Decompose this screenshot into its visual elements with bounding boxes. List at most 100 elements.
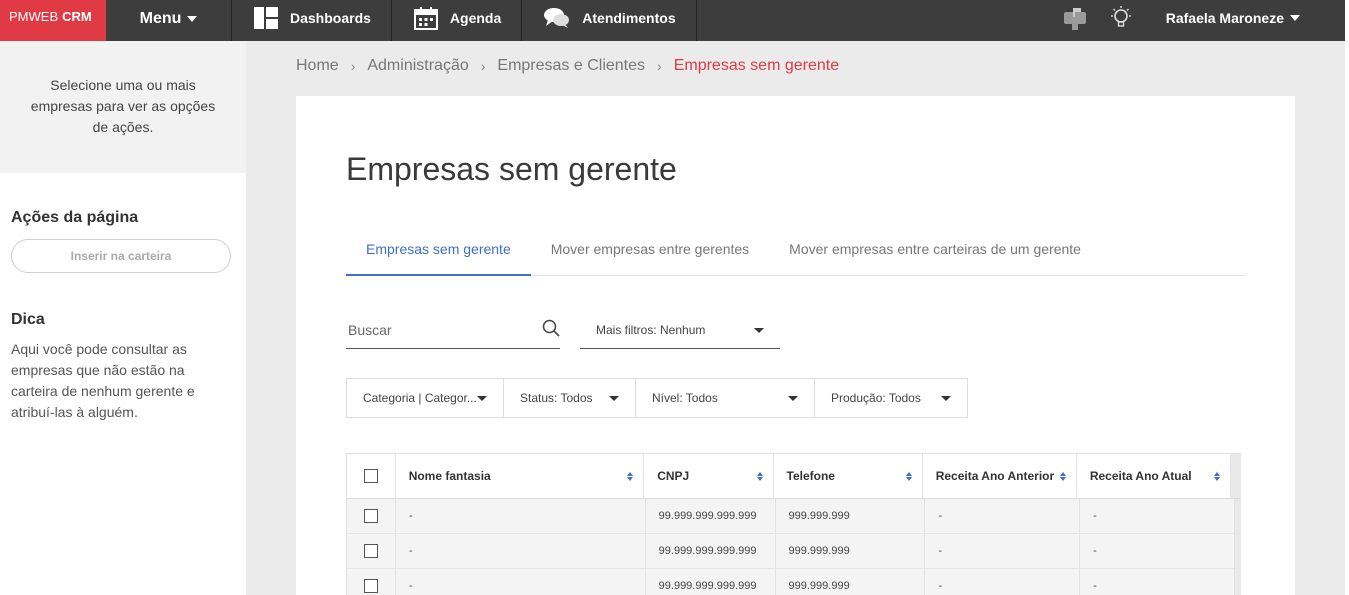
more-filters-label: Mais filtros: Nenhum [596, 323, 706, 337]
filter-categoria[interactable]: Categoria | Categor... [347, 379, 504, 417]
breadcrumb: Home › Administração › Empresas e Client… [296, 57, 839, 75]
tabs: Empresas sem gerente Mover empresas entr… [346, 231, 1245, 276]
brand-suffix: CRM [62, 9, 92, 24]
column-header-nome-fantasia[interactable]: Nome fantasia [396, 454, 645, 498]
nav-dashboards[interactable]: Dashboards [232, 0, 392, 41]
nav-agenda-label: Agenda [449, 9, 502, 26]
search-placeholder: Buscar [348, 322, 392, 338]
cell-nome-fantasia: - [396, 569, 646, 595]
select-all-checkbox[interactable] [363, 469, 378, 483]
tab-mover-entre-gerentes[interactable]: Mover empresas entre gerentes [531, 231, 769, 276]
chevron-down-icon [788, 395, 798, 401]
page-title: Empresas sem gerente [346, 151, 677, 187]
companies-table: Nome fantasia CNPJ Telefone Receita Ano … [346, 453, 1241, 595]
sort-icon[interactable] [756, 471, 763, 481]
brand-logo[interactable]: PMWEB CRM [0, 0, 106, 41]
filter-producao-label: Produção: Todos [831, 391, 921, 405]
breadcrumb-current: Empresas sem gerente [673, 57, 840, 74]
chevron-down-icon [477, 395, 487, 401]
cell-telefone: 999.999.999 [776, 499, 926, 533]
filter-status-label: Status: Todos [520, 391, 593, 405]
top-bar: PMWEB CRM Menu Dashboards Agenda Atendim… [0, 0, 1349, 41]
chevron-down-icon [941, 395, 951, 401]
nav-dashboards-label: Dashboards [290, 9, 371, 26]
cell-receita-ano-anterior: - [925, 499, 1081, 533]
tip-text: Aqui você pode consultar as empresas que… [11, 341, 195, 420]
table-row[interactable]: - 99.999.999.999.999 999.999.999 - - [347, 534, 1241, 569]
insert-wallet-button[interactable]: Inserir na carteira [11, 239, 231, 273]
cell-telefone: 999.999.999 [776, 534, 926, 568]
table-scroll-edge [1230, 454, 1241, 498]
chevron-down-icon [187, 15, 198, 22]
sidebar: Selecione uma ou mais empresas para ver … [0, 41, 246, 595]
filter-status[interactable]: Status: Todos [504, 379, 636, 417]
sort-icon[interactable] [1059, 471, 1066, 481]
actions-title: Ações da página [11, 209, 139, 226]
lightbulb-icon[interactable] [1108, 5, 1134, 30]
filter-categoria-label: Categoria | Categor... [363, 391, 477, 405]
table-scroll-edge [1235, 499, 1241, 533]
breadcrumb-empresas-clientes[interactable]: Empresas e Clientes [497, 57, 645, 75]
chevron-down-icon [754, 327, 764, 333]
table-row[interactable]: - 99.999.999.999.999 999.999.999 - - [347, 499, 1241, 534]
breadcrumb-separator-icon: › [657, 58, 662, 74]
selection-hint: Selecione uma ou mais empresas para ver … [0, 41, 246, 173]
chevron-down-icon [609, 395, 619, 401]
breadcrumb-home[interactable]: Home [296, 57, 339, 75]
sort-icon[interactable] [905, 471, 912, 481]
row-select-cell [347, 569, 396, 595]
row-checkbox[interactable] [363, 544, 378, 558]
column-label: Nome fantasia [408, 469, 491, 483]
cell-cnpj: 99.999.999.999.999 [646, 534, 776, 568]
column-header-receita-ano-atual[interactable]: Receita Ano Atual [1077, 454, 1231, 498]
column-label: Receita Ano Anterior [935, 469, 1055, 483]
nav-agenda[interactable]: Agenda [392, 0, 523, 41]
row-checkbox[interactable] [363, 509, 378, 523]
column-label: CNPJ [657, 469, 690, 483]
main-card: Empresas sem gerente Empresas sem gerent… [296, 96, 1295, 595]
sort-icon[interactable] [1213, 471, 1220, 481]
tip-title: Dica [11, 311, 45, 328]
table-row[interactable]: - 99.999.999.999.999 999.999.999 - - [347, 569, 1241, 595]
cell-receita-ano-atual: - [1080, 569, 1235, 595]
brand-name: PMWEB [9, 9, 59, 24]
cell-nome-fantasia: - [396, 499, 646, 533]
cell-cnpj: 99.999.999.999.999 [646, 499, 776, 533]
menu-button[interactable]: Menu [106, 0, 232, 41]
column-header-telefone[interactable]: Telefone [774, 454, 923, 498]
column-label: Telefone [786, 469, 835, 483]
cell-receita-ano-anterior: - [925, 569, 1081, 595]
user-menu[interactable]: Rafaela Maroneze [1166, 10, 1300, 26]
chevron-down-icon [1290, 14, 1300, 21]
filter-bar: Categoria | Categor... Status: Todos Nív… [346, 378, 968, 418]
tab-empresas-sem-gerente[interactable]: Empresas sem gerente [346, 231, 531, 276]
filter-nivel[interactable]: Nível: Todos [636, 379, 815, 417]
row-checkbox[interactable] [363, 579, 378, 593]
chat-icon [544, 7, 570, 29]
cell-receita-ano-atual: - [1080, 534, 1235, 568]
sort-icon[interactable] [627, 471, 634, 481]
cell-receita-ano-atual: - [1080, 499, 1235, 533]
row-select-cell [347, 499, 396, 533]
table-header: Nome fantasia CNPJ Telefone Receita Ano … [347, 454, 1241, 499]
table-scroll-edge [1235, 569, 1241, 595]
search-icon[interactable] [542, 319, 560, 342]
filter-producao[interactable]: Produção: Todos [815, 379, 967, 417]
column-header-cnpj[interactable]: CNPJ [644, 454, 774, 498]
filter-nivel-label: Nível: Todos [652, 391, 718, 405]
nav-atendimentos[interactable]: Atendimentos [522, 0, 697, 41]
search-input[interactable]: Buscar [346, 312, 560, 349]
dashboard-icon [254, 6, 278, 29]
tab-mover-entre-carteiras[interactable]: Mover empresas entre carteiras de um ger… [769, 231, 1101, 276]
cell-cnpj: 99.999.999.999.999 [646, 569, 776, 595]
mailbox-icon[interactable] [1062, 6, 1088, 30]
more-filters-select[interactable]: Mais filtros: Nenhum [580, 312, 780, 349]
breadcrumb-administracao[interactable]: Administração [367, 57, 468, 75]
calendar-icon [413, 6, 438, 30]
column-header-receita-ano-anterior[interactable]: Receita Ano Anterior [923, 454, 1077, 498]
cell-nome-fantasia: - [396, 534, 646, 568]
page-scrollbar[interactable] [1345, 0, 1349, 595]
menu-label: Menu [139, 9, 182, 27]
column-label: Receita Ano Atual [1089, 469, 1192, 483]
breadcrumb-separator-icon: › [350, 58, 356, 74]
